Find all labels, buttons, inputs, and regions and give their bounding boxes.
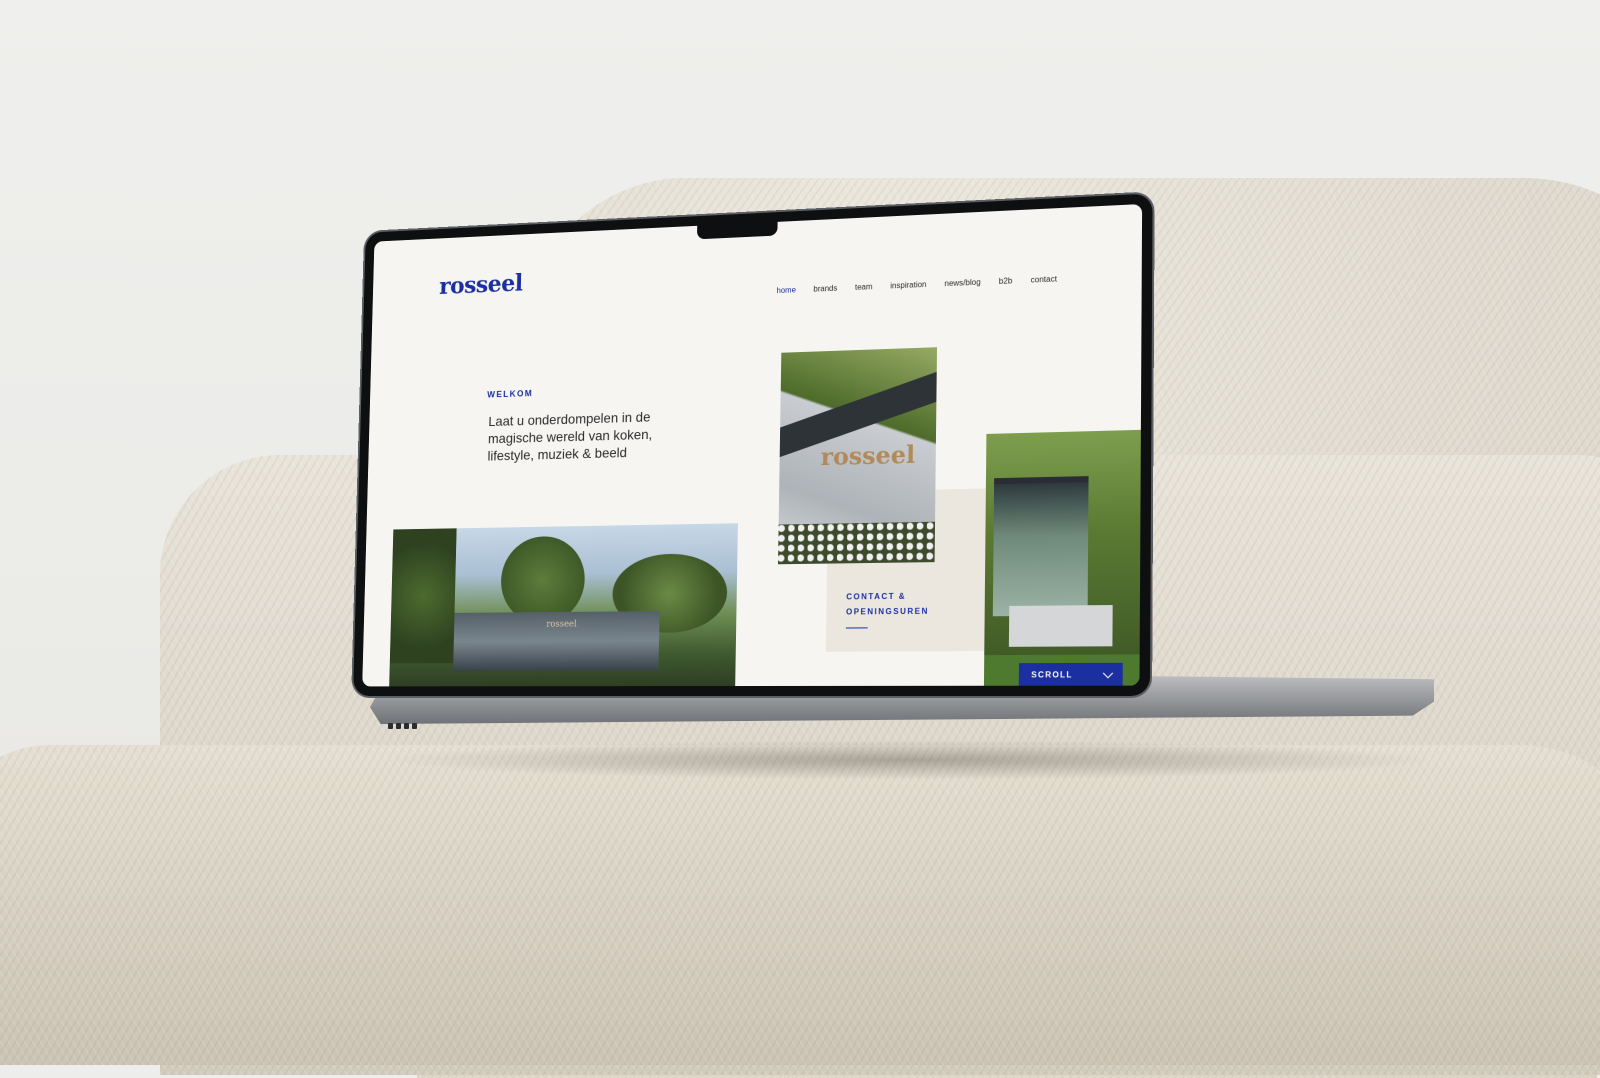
- main-nav: home brands team inspiration news/blog b…: [776, 274, 1057, 295]
- nav-brands[interactable]: brands: [813, 284, 837, 294]
- facade-sign-photo: rosseel: [778, 347, 937, 565]
- store-sign-text: rosseel: [546, 619, 577, 630]
- scroll-label: SCROLL: [1031, 669, 1073, 680]
- pavilion-photo: [983, 429, 1141, 686]
- laptop: rosseel home brands team inspiration new…: [352, 193, 1153, 696]
- contact-underline: [845, 627, 868, 629]
- site-logo[interactable]: rosseel: [439, 269, 523, 300]
- laptop-shadow: [380, 740, 1440, 780]
- sofa-seat: [0, 745, 1600, 1065]
- store-exterior-photo: rosseel: [389, 523, 738, 687]
- laptop-screen: rosseel home brands team inspiration new…: [362, 203, 1143, 687]
- hero-headline: Laat u onderdompelen in de magische were…: [487, 408, 653, 464]
- nav-contact[interactable]: contact: [1031, 274, 1057, 284]
- contact-hours-link[interactable]: CONTACT & OPENINGSUREN: [846, 588, 977, 620]
- nav-inspiration[interactable]: inspiration: [890, 280, 926, 290]
- laptop-ports: [388, 716, 428, 729]
- nav-team[interactable]: team: [855, 282, 873, 292]
- facade-sign-text: rosseel: [820, 439, 916, 472]
- nav-b2b[interactable]: b2b: [999, 276, 1013, 286]
- chevron-down-icon: [1102, 667, 1114, 678]
- scroll-button[interactable]: SCROLL: [1018, 662, 1123, 686]
- nav-news-blog[interactable]: news/blog: [944, 278, 980, 288]
- nav-home[interactable]: home: [776, 285, 796, 295]
- hero-eyebrow: WELKOM: [487, 388, 534, 400]
